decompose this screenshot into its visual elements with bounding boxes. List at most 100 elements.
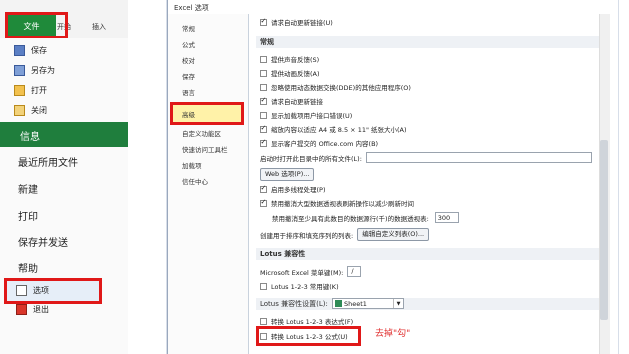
option-label: 显示客户提交的 Office.com 内容(B) <box>271 140 379 148</box>
nav-item-advanced[interactable]: 高级 <box>182 109 195 119</box>
nav-item-general[interactable]: 常规 <box>182 23 195 33</box>
menu-item-label: 选项 <box>33 286 49 295</box>
checkbox[interactable] <box>260 17 267 26</box>
startup-label: 启动时打开此目录中的所有文件(L): <box>260 154 362 163</box>
checkbox[interactable] <box>260 69 267 77</box>
nav-item-save[interactable]: 保存 <box>182 71 195 81</box>
nav-item-quick-access[interactable]: 快速访问工具栏 <box>182 144 228 154</box>
options-nav: 常规 公式 校对 保存 语言 高级 自定义功能区 快速访问工具栏 加载项 信任中… <box>168 14 249 354</box>
open-folder-icon <box>14 85 25 96</box>
menu-item-options[interactable]: 选项 <box>16 285 49 296</box>
menu-item-label: 打开 <box>31 86 47 95</box>
options-content: 请求自动更新链接(U) 常规 提供声音反馈(S) 提供动画反馈(A) 忽略使用动… <box>252 14 612 354</box>
menu-item-save-as[interactable]: 另存为 <box>14 65 55 76</box>
checkbox[interactable] <box>260 111 267 119</box>
checkbox[interactable] <box>260 55 267 63</box>
menu-key-label: Microsoft Excel 菜单键(M): <box>260 268 344 277</box>
options-dialog: Excel 选项 常规 公式 校对 保存 语言 高级 自定义功能区 快速访问工具… <box>167 0 618 354</box>
chevron-down-icon: ▼ <box>393 299 403 308</box>
save-icon <box>14 45 25 56</box>
custom-list-row: 创建用于排序和填充序列的列表: 编辑自定义列表(O)... <box>260 228 430 241</box>
nav-item-customize-ribbon[interactable]: 自定义功能区 <box>182 128 221 138</box>
undo-rows-spinner[interactable]: 300 <box>434 212 459 223</box>
checkbox[interactable] <box>260 124 267 133</box>
menu-item-info-label: 信息 <box>20 132 40 143</box>
options-icon <box>16 285 27 296</box>
save-as-icon <box>14 65 25 76</box>
checkbox[interactable] <box>260 282 267 290</box>
file-tab-highlight <box>5 12 68 39</box>
close-file-icon <box>14 105 25 116</box>
option-row[interactable]: 缩放内容以适应 A4 或 8.5 × 11" 纸张大小(A) <box>260 124 407 134</box>
option-row[interactable]: 显示加载项用户接口错误(U) <box>260 110 352 120</box>
undo-rows-row: 禁用撤消至少具有此数目的数据源行(千)的数据透视表: 300 <box>272 212 459 223</box>
annotation-text: 去掉"勾" <box>375 329 411 339</box>
menu-item-new[interactable]: 新建 <box>18 181 38 196</box>
section-lotus: Lotus 兼容性 <box>256 248 608 260</box>
option-label: 提供声音反馈(S) <box>271 56 320 64</box>
option-label: 忽略使用动态数据交换(DDE)的其他应用程序(O) <box>271 84 411 92</box>
startup-row: 启动时打开此目录中的所有文件(L): <box>260 152 592 163</box>
custom-list-label: 创建用于排序和填充序列的列表: <box>260 231 354 240</box>
nav-item-trust-center[interactable]: 信任中心 <box>182 176 208 186</box>
checkbox[interactable] <box>260 138 267 147</box>
option-row[interactable]: 忽略使用动态数据交换(DDE)的其他应用程序(O) <box>260 82 411 92</box>
checkbox[interactable] <box>260 96 267 105</box>
menu-item-label: 退出 <box>33 305 49 314</box>
nav-item-formulas[interactable]: 公式 <box>182 39 195 49</box>
menu-item-save[interactable]: 保存 <box>14 45 47 56</box>
undo-rows-label: 禁用撤消至少具有此数目的数据源行(千)的数据透视表: <box>272 214 429 223</box>
exit-icon <box>16 304 27 315</box>
section-general: 常规 <box>256 36 608 48</box>
option-label: 提供动画反馈(A) <box>271 70 320 78</box>
option-row[interactable]: Lotus 1-2-3 常用键(K) <box>260 281 339 291</box>
option-label: 显示加载项用户接口错误(U) <box>271 112 353 120</box>
nav-item-addins[interactable]: 加载项 <box>182 160 202 170</box>
option-label: Lotus 1-2-3 常用键(K) <box>271 283 339 291</box>
web-options-row: Web 选项(P)... <box>260 168 315 181</box>
web-options-button[interactable]: Web 选项(P)... <box>260 168 315 181</box>
menu-item-label: 另存为 <box>31 66 55 75</box>
option-row[interactable]: 转换 Lotus 1-2-3 表达式(F) <box>260 316 353 326</box>
nav-item-language[interactable]: 语言 <box>182 87 195 97</box>
option-row[interactable]: 请求自动更新链接(U) <box>260 17 333 27</box>
menu-item-help[interactable]: 帮助 <box>18 260 38 275</box>
menu-key-input[interactable]: / <box>347 266 362 277</box>
menu-item-label: 关闭 <box>31 106 47 115</box>
option-row[interactable]: 请求自动更新链接 <box>260 96 323 106</box>
menu-item-label: 保存 <box>31 46 47 55</box>
menu-item-open[interactable]: 打开 <box>14 85 47 96</box>
option-label: 请求自动更新链接 <box>271 98 323 106</box>
checkbox[interactable] <box>260 198 267 207</box>
option-row[interactable]: 禁用撤消大型数据透视表刷新操作以减少刷新时间 <box>260 198 414 208</box>
option-row[interactable]: 显示客户提交的 Office.com 内容(B) <box>260 138 378 148</box>
menu-item-recent[interactable]: 最近所用文件 <box>18 154 78 169</box>
option-label: 缩放内容以适应 A4 或 8.5 × 11" 纸张大小(A) <box>271 126 407 134</box>
option-label: 禁用撤消大型数据透视表刷新操作以减少刷新时间 <box>271 200 414 208</box>
nav-item-proofing[interactable]: 校对 <box>182 55 195 65</box>
menu-item-print[interactable]: 打印 <box>18 208 38 223</box>
startup-path-input[interactable] <box>365 152 592 163</box>
checkbox[interactable] <box>260 83 267 91</box>
dialog-title: Excel 选项 <box>174 4 209 12</box>
tab-insert[interactable]: 插入 <box>92 22 106 32</box>
lotus-settings-label: Lotus 兼容性设置(L): <box>260 300 328 308</box>
scrollbar-thumb[interactable] <box>600 140 608 320</box>
backstage-panel: 文件 开始 插入 保存 另存为 打开 关闭 信息 最近所用文件 新建 打印 保存… <box>0 0 128 354</box>
menu-item-save-send[interactable]: 保存并发送 <box>18 234 68 249</box>
edit-custom-lists-button[interactable]: 编辑自定义列表(O)... <box>357 228 430 241</box>
option-row[interactable]: 提供动画反馈(A) <box>260 68 320 78</box>
option-row[interactable]: 提供声音反馈(S) <box>260 54 319 64</box>
option-label: 转换 Lotus 1-2-3 表达式(F) <box>271 318 354 326</box>
option-label: 请求自动更新链接(U) <box>271 19 333 27</box>
menu-item-exit[interactable]: 退出 <box>16 304 49 315</box>
menu-item-close[interactable]: 关闭 <box>14 105 47 116</box>
option-row[interactable]: 启用多线程处理(P) <box>260 184 326 194</box>
section-lotus-settings: Lotus 兼容性设置(L): <box>256 298 608 310</box>
sheet-select[interactable]: Sheet1 ▼ <box>332 298 404 309</box>
menu-key-row: Microsoft Excel 菜单键(M): / <box>260 266 362 277</box>
sheet-select-value: Sheet1 <box>344 299 367 308</box>
checkbox[interactable] <box>260 184 267 193</box>
sheet-icon <box>335 300 342 307</box>
checkbox[interactable] <box>260 317 267 325</box>
